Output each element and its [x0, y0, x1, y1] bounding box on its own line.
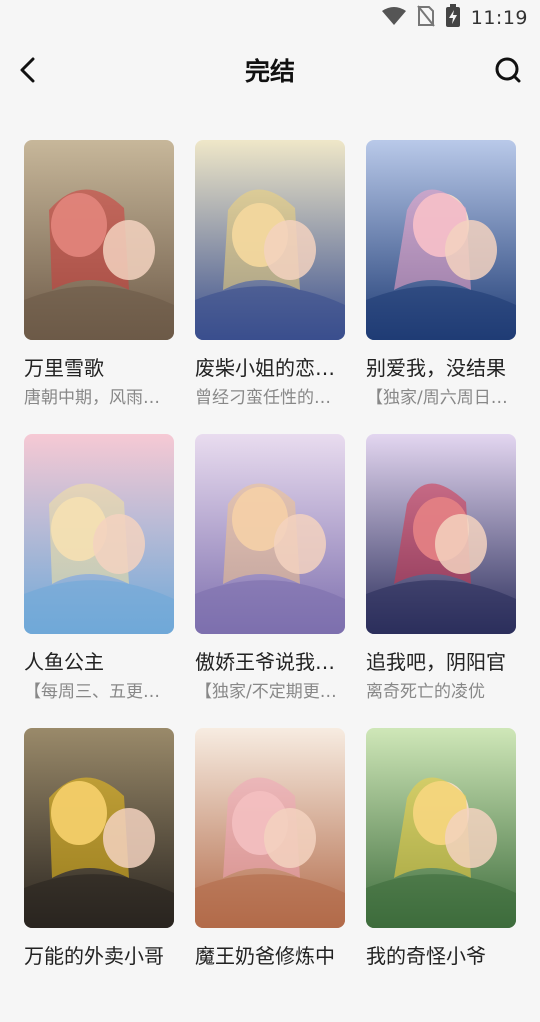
comic-description: 唐朝中期，风雨飘摇	[24, 388, 174, 408]
comic-card[interactable]: 人鱼公主 【每周三、五更新】	[24, 434, 174, 728]
comic-cover-image[interactable]	[195, 140, 345, 340]
comic-description: 曾经刁蛮任性的大小姐	[195, 388, 345, 408]
wifi-icon	[381, 6, 407, 30]
comic-title: 我的奇怪小爷	[366, 944, 486, 968]
comic-description: 【独家/不定期更新】	[195, 682, 345, 702]
chevron-left-icon	[20, 57, 35, 83]
comic-cover-image[interactable]	[366, 140, 516, 340]
no-sim-icon	[416, 5, 435, 31]
comic-cover-image[interactable]	[195, 434, 345, 634]
comic-title: 万里雪歌	[24, 356, 104, 380]
comic-grid: 万里雪歌 唐朝中期，风雨飘摇 废柴小姐的恋爱生存 曾经刁蛮任性的大小姐	[24, 140, 516, 1022]
comic-card[interactable]: 傲娇王爷说我是他的 【独家/不定期更新】	[195, 434, 345, 728]
comic-cover-image[interactable]	[366, 434, 516, 634]
comic-card[interactable]: 废柴小姐的恋爱生存 曾经刁蛮任性的大小姐	[195, 140, 345, 434]
battery-charging-icon	[445, 4, 461, 32]
comic-card[interactable]: 别爱我，没结果 【独家/周六周日更新】	[366, 140, 516, 434]
comic-title: 傲娇王爷说我是他的	[195, 650, 345, 674]
search-button[interactable]	[490, 52, 526, 88]
comic-title: 废柴小姐的恋爱生存	[195, 356, 345, 380]
comic-card[interactable]: 我的奇怪小爷	[366, 728, 516, 1022]
search-icon	[495, 57, 521, 83]
comic-card[interactable]: 追我吧，阴阳官 离奇死亡的凌优	[366, 434, 516, 728]
comic-description: 【每周三、五更新】	[24, 682, 174, 702]
comic-title: 万能的外卖小哥	[24, 944, 164, 968]
comic-cover-image[interactable]	[366, 728, 516, 928]
app-bar: 完结	[0, 36, 540, 104]
comic-title: 别爱我，没结果	[366, 356, 506, 380]
comic-card[interactable]: 万能的外卖小哥	[24, 728, 174, 1022]
clock: 11:19	[470, 7, 528, 29]
comic-cover-image[interactable]	[24, 728, 174, 928]
comic-card[interactable]: 万里雪歌 唐朝中期，风雨飘摇	[24, 140, 174, 434]
comic-card[interactable]: 魔王奶爸修炼中	[195, 728, 345, 1022]
comic-cover-image[interactable]	[195, 728, 345, 928]
status-bar: 11:19	[0, 0, 540, 36]
comic-description: 【独家/周六周日更新】	[366, 388, 516, 408]
comic-title: 追我吧，阴阳官	[366, 650, 506, 674]
comic-title: 人鱼公主	[24, 650, 104, 674]
comic-title: 魔王奶爸修炼中	[195, 944, 335, 968]
comic-cover-image[interactable]	[24, 140, 174, 340]
back-button[interactable]	[10, 52, 46, 88]
comic-description: 离奇死亡的凌优	[366, 682, 485, 702]
page-title: 完结	[244, 57, 295, 86]
comic-cover-image[interactable]	[24, 434, 174, 634]
